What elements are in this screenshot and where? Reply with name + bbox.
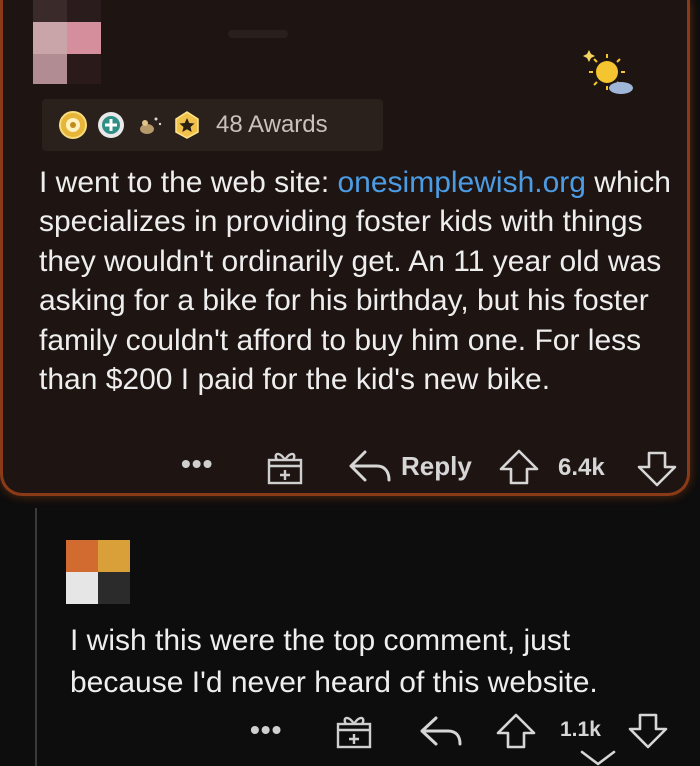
more-options-button[interactable]: ••• [181, 448, 213, 480]
comment-text-start: I went to the web site: [39, 166, 338, 199]
onesimplewish-link[interactable]: onesimplewish.org [338, 166, 586, 199]
reply-to-reply-icon[interactable] [418, 714, 464, 750]
comment-body: I went to the web site: onesimplewish.or… [39, 163, 679, 399]
gilded-comment-card: 48 Awards I went to the web site: onesim… [0, 0, 690, 496]
upvote-icon[interactable] [497, 448, 541, 486]
commenter-avatar[interactable] [33, 0, 101, 84]
expand-chevron-icon[interactable] [578, 750, 618, 766]
reply-body: I wish this were the top comment, just b… [70, 624, 598, 699]
awards-count: 48 Awards [216, 111, 328, 138]
give-award-icon[interactable] [265, 448, 305, 486]
star-award-icon [175, 111, 199, 139]
reply-label: Reply [401, 450, 472, 481]
comment-thread: 48 Awards I went to the web site: onesim… [0, 0, 700, 766]
sun-award-icon [583, 50, 633, 94]
comment-action-bar: ••• Reply 6.4k [3, 444, 693, 490]
reply-action-bar: ••• 1.1k [0, 708, 700, 754]
helpful-award-icon [98, 112, 124, 138]
comment-score: 6.4k [558, 454, 605, 481]
comment-text-end: which specializes in providing foster ki… [39, 166, 671, 397]
downvote-icon[interactable] [635, 450, 679, 488]
reply-upvote-icon[interactable] [494, 712, 538, 750]
awards-bar[interactable]: 48 Awards [42, 99, 383, 151]
reply-avatar[interactable] [66, 540, 130, 604]
reply-downvote-icon[interactable] [626, 712, 670, 750]
reply-arrow-icon [349, 450, 391, 482]
rocket-like-award-icon [140, 117, 162, 134]
reply-score: 1.1k [560, 718, 601, 741]
reply-button[interactable]: Reply [347, 446, 472, 486]
reply-give-award-icon[interactable] [334, 712, 374, 750]
gold-coin-award-icon [59, 111, 87, 139]
commenter-username[interactable] [228, 30, 288, 38]
reply-more-options-button[interactable]: ••• [250, 714, 282, 746]
